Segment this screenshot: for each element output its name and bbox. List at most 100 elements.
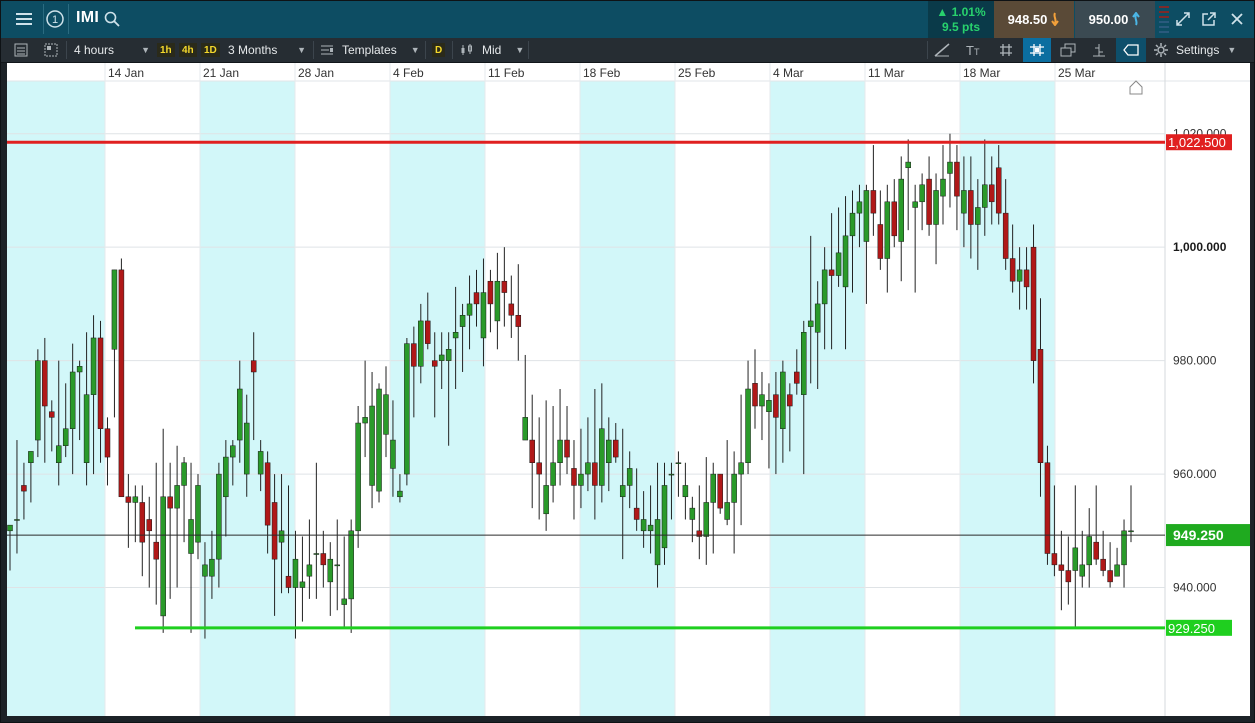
candle-body [369, 405, 375, 486]
candle-body [863, 190, 870, 242]
candle-body [668, 473, 675, 476]
expand-button[interactable] [1173, 0, 1193, 38]
layers-icon [1060, 43, 1076, 57]
drawing-badge[interactable]: D [432, 43, 446, 57]
up-triangle-icon: ▲ [936, 5, 949, 19]
candle-body [773, 394, 779, 418]
candle-body [285, 575, 292, 588]
candle-body [327, 558, 334, 583]
candle-body [55, 445, 62, 463]
crosshair-toggle[interactable] [1023, 38, 1051, 62]
candle-body [954, 161, 960, 197]
candle-body [104, 428, 111, 458]
range-select[interactable]: 3 Months ▼ [228, 38, 306, 62]
candle-body [752, 383, 758, 407]
candle-body [118, 269, 125, 498]
candle-body [146, 519, 153, 532]
layout-list-button[interactable] [14, 38, 28, 62]
candle-body [647, 524, 654, 532]
candle [167, 462, 173, 599]
price-tick-label: 940.000 [1173, 581, 1217, 595]
candle-body [111, 269, 118, 350]
price-label-toggle[interactable] [1116, 38, 1146, 62]
tag-icon [1123, 44, 1139, 56]
menu-button[interactable] [8, 0, 40, 38]
candle-body [1002, 212, 1009, 259]
price-type-select[interactable]: Mid ▼ [460, 38, 524, 62]
date-tick-label: 18 Mar [963, 66, 1000, 80]
candle-body [132, 496, 139, 503]
candle [174, 445, 180, 588]
candle [1093, 485, 1099, 565]
candle-body [968, 190, 974, 225]
candle [160, 428, 166, 633]
interval-value: 4 hours [74, 43, 115, 57]
candle [188, 462, 194, 633]
quick-interval-4h[interactable]: 4h [179, 43, 197, 57]
candle-body [459, 315, 466, 327]
candle-body [397, 490, 403, 498]
search-button[interactable] [103, 0, 121, 38]
candle [494, 252, 501, 350]
candle [501, 247, 508, 327]
candle-body [76, 366, 83, 373]
candle-body [759, 394, 765, 407]
candle-body [271, 502, 278, 560]
popout-button[interactable] [1199, 0, 1219, 38]
candle-body [940, 178, 946, 197]
settings-button[interactable]: Settings ▼ [1154, 38, 1236, 62]
quick-interval-1h[interactable]: 1h [157, 43, 175, 57]
candle-body [320, 553, 327, 566]
text-tool[interactable]: TT [966, 38, 979, 62]
indicator-tool[interactable] [1092, 38, 1106, 62]
candle-body [69, 371, 76, 429]
candle [383, 366, 389, 458]
expand-icon [1176, 12, 1190, 26]
info-button[interactable]: 1 [44, 0, 66, 38]
price-chart[interactable]: 14 Jan 21 Jan 28 Jan 4 Feb 11 Feb 18 Feb 25 Fe… [7, 63, 1250, 716]
level-price-label: 929.250 [1168, 621, 1215, 636]
change-pts: 9.5 pts [941, 20, 980, 34]
layout-grid-button[interactable] [44, 38, 58, 62]
close-button[interactable] [1226, 0, 1248, 38]
chart-canvas[interactable]: 14 Jan 21 Jan 28 Jan 4 Feb 11 Feb 18 Feb 25 Fe… [7, 63, 1250, 716]
candle-body [1121, 530, 1127, 566]
candle [369, 371, 375, 509]
candle-body [1107, 570, 1113, 583]
quick-interval-1d[interactable]: 1D [201, 43, 220, 57]
candle-body [1009, 258, 1016, 282]
chevron-down-icon: ▼ [141, 45, 150, 55]
candle-body [7, 524, 13, 532]
price-tick-label: 980.000 [1173, 354, 1217, 368]
candle [104, 417, 111, 486]
candle-body [404, 343, 410, 475]
compare-tool[interactable] [1060, 38, 1076, 62]
candle [557, 389, 563, 486]
interval-select[interactable]: 4 hours ▼ [74, 38, 150, 62]
arrow-up-icon [1132, 12, 1141, 26]
candle-body [619, 485, 626, 498]
sell-button[interactable]: 948.50 [994, 0, 1074, 38]
candle [181, 457, 187, 543]
candle-body [278, 530, 285, 543]
candle [954, 145, 960, 231]
ladder-icon [1159, 6, 1169, 33]
candle-body [160, 496, 166, 617]
candle [153, 462, 159, 605]
candle [1100, 530, 1106, 577]
candle [536, 417, 542, 520]
templates-button[interactable]: Templates ▼ [320, 38, 420, 62]
candle-body [724, 502, 730, 520]
candle-body [243, 422, 250, 475]
trendline-tool[interactable] [934, 38, 950, 62]
top-bar: 1 IMI ▲ 1.01% 9.5 pts 948.50 950.00 [0, 0, 1255, 38]
candle-body [480, 292, 487, 339]
gridlines-toggle[interactable] [999, 38, 1013, 62]
candle-body [14, 519, 20, 521]
candle [940, 145, 946, 225]
candle [1107, 542, 1113, 588]
candle-body [682, 485, 689, 498]
candle [118, 258, 125, 498]
symbol-name[interactable]: IMI [76, 9, 99, 27]
buy-button[interactable]: 950.00 [1075, 0, 1155, 38]
